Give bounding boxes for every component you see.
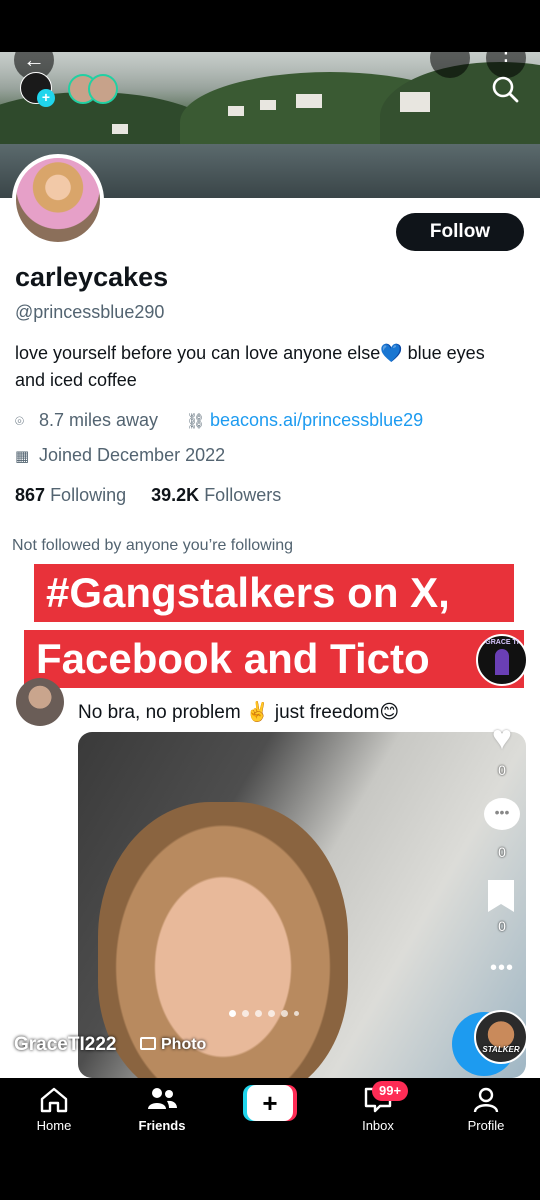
following-link[interactable]: 867 Following — [15, 485, 126, 505]
nav-profile-label: Profile — [467, 1118, 505, 1133]
slide-dot — [255, 1010, 262, 1017]
inbox-badge: 99+ — [372, 1081, 409, 1101]
location-text: 8.7 miles away — [39, 410, 159, 430]
nav-home-label: Home — [36, 1118, 72, 1133]
nav-friends[interactable]: Friends — [108, 1078, 216, 1140]
following-label: Following — [50, 485, 127, 505]
followers-link[interactable]: 39.2K Followers — [151, 485, 281, 505]
followers-count: 39.2K — [151, 485, 200, 505]
following-count: 867 — [15, 485, 46, 505]
grace-ti-badge-text: GRACE TI — [485, 639, 519, 646]
joined-text: Joined December 2022 — [39, 445, 226, 465]
awareness-ribbon-icon — [495, 649, 509, 675]
photo-icon — [140, 1037, 156, 1050]
website-row[interactable]: ⛓ beacons.ai/princessblue29 — [186, 410, 423, 431]
x-profile-screenshot: ← ⋮ Follow carleycakes @princessblue290 … — [0, 52, 540, 1078]
location-pin-icon: ⌾ — [15, 413, 25, 430]
display-name: carleycakes — [15, 262, 169, 292]
like-heart-icon[interactable]: ♥ — [484, 720, 520, 756]
post-author-avatar[interactable] — [16, 678, 64, 726]
photo-mode-tag: Photo — [140, 1036, 206, 1054]
followers-label: Followers — [204, 485, 282, 505]
friends-icon — [148, 1088, 177, 1109]
comment-count: 0 — [498, 844, 506, 860]
location-row: ⌾ 8.7 miles away — [15, 410, 158, 431]
nav-home[interactable]: Home — [0, 1078, 108, 1140]
profile-avatar[interactable] — [12, 154, 104, 246]
like-count: 0 — [498, 762, 506, 778]
joined-row: ▦ Joined December 2022 — [15, 445, 225, 466]
nav-inbox-label: Inbox — [362, 1118, 394, 1133]
link-icon: ⛓ — [186, 413, 206, 430]
tiktok-author-name[interactable]: GraceTI222 — [14, 1034, 116, 1056]
tiktok-live-avatar[interactable]: + — [20, 72, 55, 107]
website-link[interactable]: beacons.ai/princessblue29 — [210, 410, 423, 430]
bookmark-count: 0 — [498, 918, 506, 934]
overlay-caption-line-2: Facebook and Ticto — [24, 630, 524, 688]
slide-dot — [229, 1010, 236, 1017]
system-gesture-bar — [0, 1140, 540, 1200]
search-icon[interactable] — [490, 74, 520, 104]
home-icon — [40, 1087, 68, 1113]
profile-bio: love yourself before you can love anyone… — [15, 343, 485, 390]
grace-ti-badge: GRACE TI — [476, 634, 528, 686]
friends-avatars[interactable] — [68, 74, 118, 104]
post-text: No bra, no problem ✌️ just freedom😊 — [78, 702, 400, 723]
slide-dot — [268, 1010, 275, 1017]
comment-bubble-icon[interactable]: ••• — [484, 798, 520, 830]
status-bar — [0, 0, 540, 52]
profile-icon — [473, 1087, 499, 1113]
stalker-sticker-text: STALKER — [482, 1045, 520, 1054]
nav-profile[interactable]: Profile — [432, 1078, 540, 1140]
slide-dot — [294, 1011, 299, 1016]
not-followed-note: Not followed by anyone you’re following — [12, 537, 294, 554]
calendar-icon: ▦ — [15, 448, 30, 465]
photo-subject — [98, 802, 348, 1078]
slide-dot — [242, 1010, 249, 1017]
slide-indicator — [229, 1010, 299, 1018]
add-plus-icon[interactable]: + — [37, 89, 55, 107]
overlay-caption-line-1: #Gangstalkers on X, — [34, 564, 514, 622]
plus-icon: + — [247, 1085, 293, 1121]
create-button[interactable]: + — [243, 1085, 297, 1121]
more-dots-icon[interactable]: ••• — [484, 957, 520, 980]
user-handle: @princessblue290 — [15, 302, 165, 322]
follow-button[interactable]: Follow — [396, 213, 524, 251]
nav-friends-label: Friends — [138, 1118, 186, 1133]
follow-counts: 867 Following 39.2K Followers — [15, 485, 281, 506]
photo-label: Photo — [161, 1036, 207, 1053]
stalker-sticker: STALKER — [474, 1010, 528, 1064]
slide-dot — [281, 1010, 288, 1017]
